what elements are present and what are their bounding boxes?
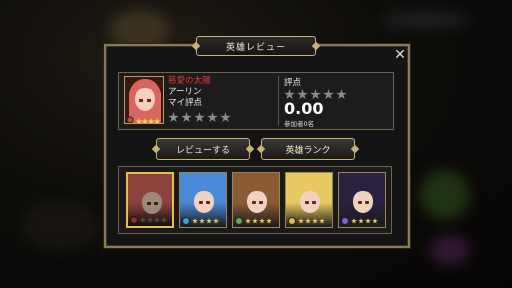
star-icon [372,218,378,224]
hero-star-rank [298,218,325,224]
star-icon[interactable] [181,112,192,123]
element-icon [341,217,349,225]
info-divider [278,76,279,126]
star-icon [351,218,357,224]
write-review-label: レビューする [175,145,230,156]
star-icon [319,218,325,224]
average-score: 0.00 [284,99,324,118]
dialog-title: 英雄レビュー [196,36,316,56]
hero-rank-button[interactable]: 英雄ランク [261,138,355,160]
hero-face [247,191,267,213]
star-icon [206,218,212,224]
star-icon[interactable] [207,112,218,123]
element-icon [235,217,243,225]
hero-card[interactable] [285,172,333,228]
hero-face [353,191,373,213]
star-icon [323,89,334,100]
star-icon [199,218,205,224]
rating-label: 評点 [284,78,302,88]
my-rating-stars[interactable] [168,112,231,123]
hero-info-text: 慈愛の太陽 アーリン マイ評点 [168,76,211,109]
write-review-button[interactable]: レビューする [156,138,250,160]
star-icon[interactable] [168,112,179,123]
hero-eye [252,201,256,204]
hero-portrait-art [125,77,163,123]
hero-card[interactable] [179,172,227,228]
hero-eye [365,201,369,204]
hero-eye [305,201,309,204]
star-icon [298,218,304,224]
participant-count: 参加者0名 [284,120,315,128]
hero-eye [312,201,316,204]
hero-star-rank [351,218,378,224]
hero-portrait [124,76,164,124]
hero-star-rank [192,218,219,224]
close-icon: ✕ [394,47,406,63]
hero-name: アーリン [168,87,202,97]
hero-eye [206,201,210,204]
hero-star-rank [245,218,272,224]
star-icon[interactable] [194,112,205,123]
hero-face [300,191,320,213]
element-icon [288,217,296,225]
star-icon [358,218,364,224]
my-rating-label: マイ評点 [168,98,203,108]
star-icon [192,218,198,224]
star-icon [213,218,219,224]
hero-card[interactable] [126,172,174,228]
hero-face [194,191,214,213]
star-icon [312,218,318,224]
star-icon [365,218,371,224]
hero-card[interactable] [338,172,386,228]
hero-card[interactable] [232,172,280,228]
star-icon [305,218,311,224]
selected-overlay [128,174,172,226]
close-button[interactable]: ✕ [392,47,408,63]
hero-epithet: 慈愛の太陽 [168,76,211,86]
star-icon [245,218,251,224]
hero-eye [358,201,362,204]
hero-eye [259,201,263,204]
dialog-title-text: 英雄レビュー [225,42,286,53]
star-icon [266,218,272,224]
hero-rank-label: 英雄ランク [285,145,331,156]
star-icon [336,89,347,100]
hero-eye [199,201,203,204]
element-icon [182,217,190,225]
star-icon[interactable] [220,112,231,123]
star-icon [252,218,258,224]
star-icon [259,218,265,224]
